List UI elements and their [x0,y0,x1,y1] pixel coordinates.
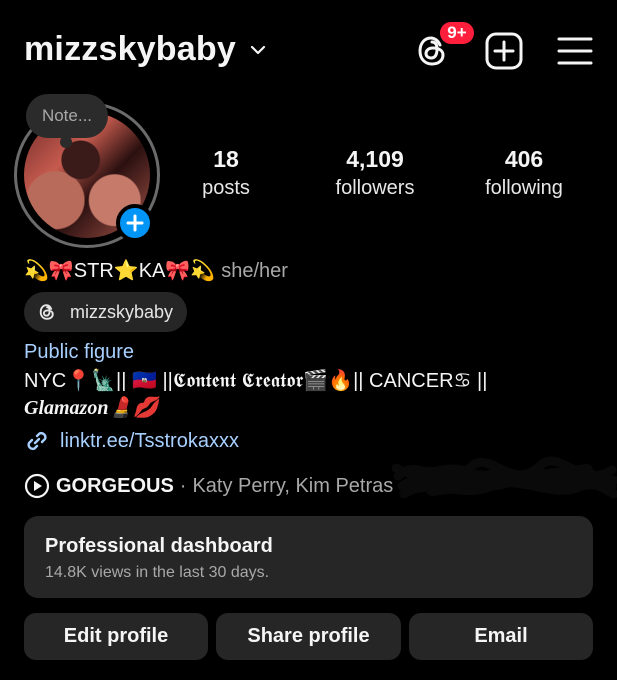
threads-icon [39,304,54,320]
chevron-down-icon[interactable] [248,40,268,60]
play-circle-icon [24,473,50,499]
link-icon [27,431,47,451]
threads-handle: mizzskybaby [70,301,174,322]
display-name-row: 💫🎀STR⭐KA🎀💫 she/her [24,258,288,283]
professional-dashboard-card[interactable]: Professional dashboard 14.8K views in th… [24,516,593,598]
music-separator: · [179,474,187,497]
stat-followers-label: followers [335,177,415,199]
stat-following[interactable]: 406 following [459,146,589,200]
stat-followers-value: 4,109 [346,146,404,172]
music-artists: Katy Perry, Kim Petras [192,474,394,497]
email-button[interactable]: Email [409,613,593,660]
bio-line: NYC📍🗽|| 🇭🇹 ||𝕮𝖔𝖓𝖙𝖊𝖓𝖙 𝕮𝖗𝖊𝖆𝖙𝖔𝖗🎬🔥|| CANCER♋… [24,370,488,392]
stat-following-value: 406 [504,146,544,172]
music-title: GORGEOUS [56,474,174,497]
threads-badge-button[interactable]: mizzskybaby [24,292,188,332]
add-story-button[interactable] [116,204,154,242]
profile-music[interactable]: GORGEOUS · Katy Perry, Kim Petras [24,473,393,499]
profile-link-text[interactable]: linktr.ee/Tsstrokaxxx [60,430,239,453]
stat-posts-value: 18 [213,146,239,172]
stat-following-label: following [485,177,563,199]
edit-profile-button[interactable]: Edit profile [24,613,208,660]
stat-posts-label: posts [202,177,250,199]
menu-icon[interactable] [556,35,594,67]
profile-link[interactable]: linktr.ee/Tsstrokaxxx [24,428,239,454]
profile-username[interactable]: mizzskybaby [24,30,236,69]
dashboard-subtitle: 14.8K views in the last 30 days. [45,564,270,581]
dashboard-title: Professional dashboard [45,535,273,557]
share-profile-button[interactable]: Share profile [216,613,401,660]
profile-category: Public figure [24,341,135,363]
bio-line: Glamazon💄💋 [24,397,159,419]
plus-icon [126,214,144,232]
redaction-scribble [392,456,617,499]
create-plus-icon[interactable] [484,31,524,71]
note-bubble[interactable]: Note... [26,94,108,138]
stat-followers[interactable]: 4,109 followers [310,146,440,200]
stat-posts[interactable]: 18 posts [161,146,291,200]
notification-badge[interactable]: 9+ [438,20,476,46]
pronouns: she/her [221,260,288,282]
display-name: 💫🎀STR⭐KA🎀💫 [24,260,216,282]
